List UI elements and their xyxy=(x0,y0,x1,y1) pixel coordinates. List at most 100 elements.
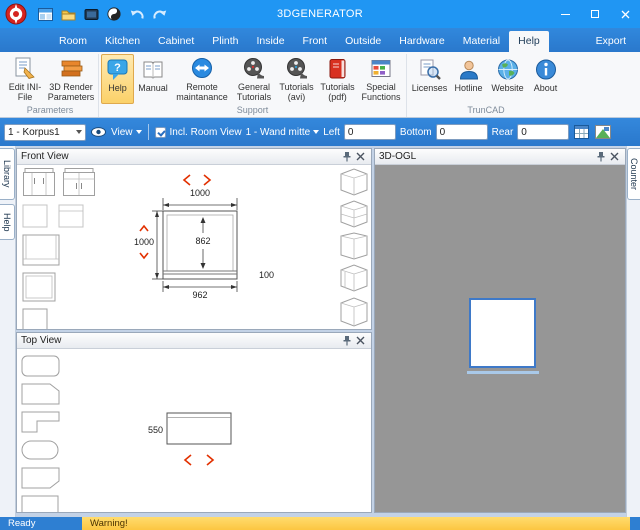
special-functions-icon xyxy=(369,57,393,81)
tab-outside[interactable]: Outside xyxy=(336,31,390,52)
hotline-button[interactable]: Hotline xyxy=(450,54,487,104)
manual-book-icon xyxy=(141,57,165,82)
group-label-parameters: Parameters xyxy=(4,104,96,117)
nudge-down-icon[interactable] xyxy=(140,253,148,258)
tutorials-pdf-button[interactable]: Tutorials (pdf) xyxy=(317,54,358,104)
pin-icon[interactable] xyxy=(594,151,607,163)
button-label: Website xyxy=(491,84,523,94)
group-label-support: Support xyxy=(101,104,404,117)
button-label: Special Functions xyxy=(360,83,402,102)
website-button[interactable]: Website xyxy=(487,54,528,104)
render-parameters-button[interactable]: 3D Render Parameters xyxy=(46,54,96,104)
bottom-input[interactable] xyxy=(436,124,488,140)
redo-icon[interactable] xyxy=(152,6,168,22)
nudge-up-icon[interactable] xyxy=(140,226,148,231)
front-view-drawing[interactable]: 1000 862 1000 xyxy=(17,165,371,329)
status-bar: Ready Warning! xyxy=(0,517,640,530)
yin-yang-icon[interactable] xyxy=(106,6,122,22)
incl-room-view-checkbox[interactable] xyxy=(155,127,166,138)
remote-maintenance-button[interactable]: Remote maintanance xyxy=(172,54,232,104)
ribbon: Edit INI-File 3D Render Parameters Param… xyxy=(0,52,640,118)
maximize-button[interactable] xyxy=(580,0,610,28)
separator xyxy=(148,124,149,140)
cabinet-plinth-3d xyxy=(467,371,539,374)
sidebar-tab-help[interactable]: Help xyxy=(0,204,15,240)
dim-inner-height: 862 xyxy=(195,236,210,246)
top-view-drawing[interactable]: 550 xyxy=(17,349,371,512)
window-layout-icon[interactable] xyxy=(37,6,53,22)
rear-input[interactable] xyxy=(517,124,569,140)
dim-depth: 550 xyxy=(148,425,163,435)
grid-icon[interactable] xyxy=(573,124,590,140)
close-icon[interactable] xyxy=(608,151,621,163)
pin-icon[interactable] xyxy=(340,335,353,347)
wall-select[interactable]: 1 - Wand mitte xyxy=(246,127,320,138)
app-window: 3DGENERATOR Room Kitchen Cabinet Plinth … xyxy=(0,0,640,530)
film-reel-icon xyxy=(242,57,266,81)
tab-cabinet[interactable]: Cabinet xyxy=(149,31,203,52)
open-folder-icon[interactable] xyxy=(60,6,76,22)
tab-kitchen[interactable]: Kitchen xyxy=(96,31,149,52)
top-view-body: 550 xyxy=(17,349,371,512)
button-label: Remote maintanance xyxy=(174,83,230,102)
quick-access-toolbar xyxy=(37,6,168,22)
front-view-body: 1000 862 1000 xyxy=(17,165,371,329)
korpus-select-value: 1 - Korpus1 xyxy=(8,127,60,138)
export-button[interactable]: Export xyxy=(586,31,636,52)
help-button[interactable]: ? Help xyxy=(101,54,134,104)
tab-inside[interactable]: Inside xyxy=(248,31,294,52)
nudge-right-icon[interactable] xyxy=(204,175,210,185)
ini-file-icon xyxy=(13,57,37,81)
dock-area: Library Help Counter Front View xyxy=(0,146,640,517)
app-logo-icon[interactable] xyxy=(5,3,27,25)
sidebar-tab-counter[interactable]: Counter xyxy=(627,148,640,200)
general-tutorials-button[interactable]: General Tutorials xyxy=(232,54,276,104)
pin-icon[interactable] xyxy=(340,151,353,163)
dim-plinth: 100 xyxy=(259,270,274,280)
button-label: 3D Render Parameters xyxy=(48,83,95,102)
3d-viewport[interactable] xyxy=(375,165,625,512)
tab-front[interactable]: Front xyxy=(294,31,337,52)
left-input[interactable] xyxy=(344,124,396,140)
view-dropdown[interactable]: View xyxy=(111,127,142,138)
special-functions-button[interactable]: Special Functions xyxy=(358,54,404,104)
ogl-panel: 3D-OGL xyxy=(374,148,626,513)
licenses-button[interactable]: Licenses xyxy=(409,54,450,104)
dim-width-top: 1000 xyxy=(190,188,210,198)
render-screen-icon[interactable] xyxy=(83,6,99,22)
korpus-select[interactable]: 1 - Korpus1 xyxy=(4,124,86,141)
button-label: Tutorials (avi) xyxy=(278,83,315,102)
tab-plinth[interactable]: Plinth xyxy=(203,31,247,52)
tab-room[interactable]: Room xyxy=(50,31,96,52)
manual-button[interactable]: Manual xyxy=(134,54,172,104)
close-icon[interactable] xyxy=(354,151,367,163)
svg-text:?: ? xyxy=(114,62,121,74)
front-view-header: Front View xyxy=(17,149,371,165)
nudge-left-icon[interactable] xyxy=(185,455,191,465)
close-icon[interactable] xyxy=(354,335,367,347)
tab-hardware[interactable]: Hardware xyxy=(390,31,454,52)
eye-icon xyxy=(90,124,107,140)
selected-cabinet-3d[interactable] xyxy=(469,298,536,368)
tutorials-avi-button[interactable]: Tutorials (avi) xyxy=(276,54,317,104)
close-button[interactable] xyxy=(610,0,640,28)
button-label: Licenses xyxy=(412,84,448,94)
title-bar: 3DGENERATOR xyxy=(0,0,640,28)
minimize-button[interactable] xyxy=(550,0,580,28)
about-button[interactable]: About xyxy=(528,54,563,104)
tab-help[interactable]: Help xyxy=(509,31,549,52)
right-autohide-strip: Counter xyxy=(626,146,640,517)
panel-title: Top View xyxy=(21,335,339,346)
help-balloon-icon: ? xyxy=(106,57,130,82)
sidebar-tab-library[interactable]: Library xyxy=(0,148,15,200)
nudge-left-icon[interactable] xyxy=(184,175,190,185)
tab-material[interactable]: Material xyxy=(454,31,509,52)
bottom-label: Bottom xyxy=(400,127,432,138)
front-view-panel: Front View xyxy=(16,148,372,330)
ribbon-tab-bar: Room Kitchen Cabinet Plinth Inside Front… xyxy=(0,28,640,52)
nudge-right-icon[interactable] xyxy=(207,455,213,465)
room-plan-icon[interactable] xyxy=(594,124,611,140)
edit-ini-file-button[interactable]: Edit INI-File xyxy=(4,54,46,104)
remote-support-icon xyxy=(190,57,214,81)
undo-icon[interactable] xyxy=(129,6,145,22)
